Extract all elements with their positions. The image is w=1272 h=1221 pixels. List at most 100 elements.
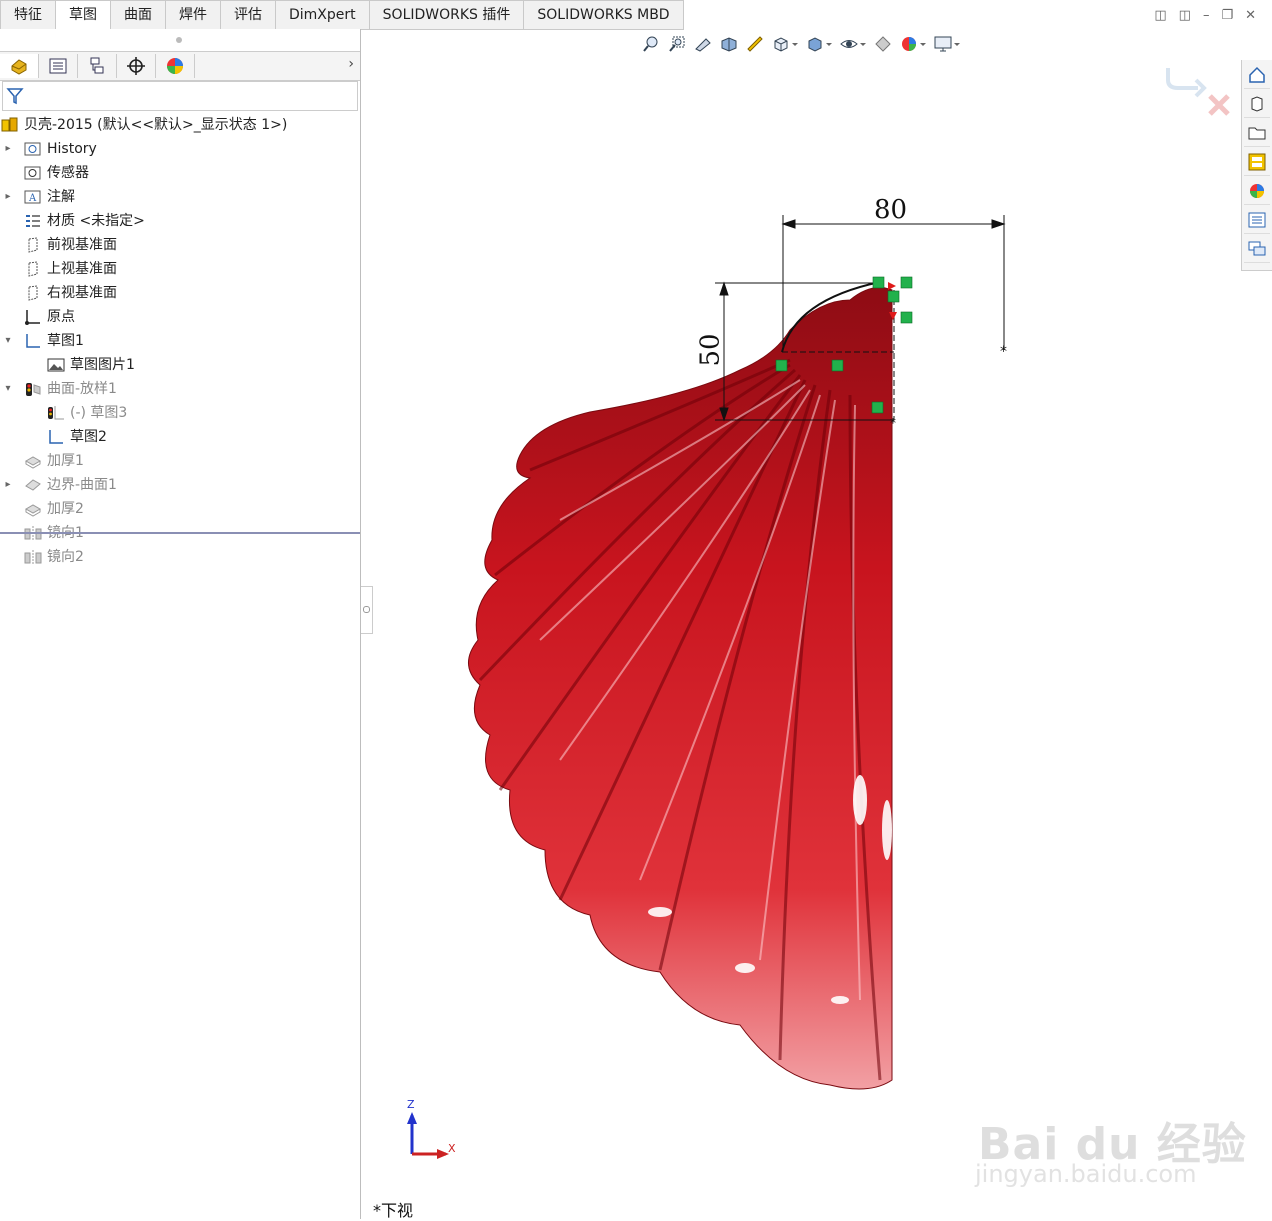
solidworks-forum-tab[interactable]	[1244, 236, 1270, 263]
folder-icon	[1248, 127, 1266, 140]
tab-evaluate[interactable]: 评估	[221, 0, 276, 30]
expand-arrow-icon[interactable]: ▸	[3, 137, 13, 161]
tab-weldments[interactable]: 焊件	[166, 0, 221, 30]
eye-icon	[840, 40, 858, 48]
tree-item-label: 注解	[47, 189, 75, 205]
tree-item-sketch1[interactable]: ▾ 草图1	[0, 329, 360, 353]
tree-item-label: 边界-曲面1	[47, 477, 117, 493]
home-icon	[1249, 66, 1265, 83]
file-explorer-tab[interactable]	[1244, 120, 1270, 147]
previous-view-button[interactable]	[692, 33, 714, 55]
crosshair-icon	[127, 57, 145, 75]
tree-item-top-plane[interactable]: 上视基准面	[0, 257, 360, 281]
tree-item-origin[interactable]: 原点	[0, 305, 360, 329]
exit-sketch-icon[interactable]	[1166, 68, 1207, 98]
tile-left-icon[interactable]: ◫	[1154, 8, 1166, 23]
sketch-picture-icon	[47, 358, 65, 372]
cancel-sketch-icon[interactable]	[1208, 94, 1230, 116]
collapse-arrow-icon[interactable]: ▾	[3, 329, 13, 353]
window-controls: ◫ ◫ – ❐ ✕	[1154, 8, 1256, 23]
tree-root[interactable]: 贝壳-2015 (默认<<默认>_显示状态 1>)	[0, 113, 360, 137]
view-settings-button[interactable]	[932, 33, 960, 55]
tree-item-sketch2[interactable]: 草图2	[0, 425, 360, 449]
view-palette-icon	[1248, 153, 1266, 171]
zoom-to-fit-button[interactable]	[640, 33, 662, 55]
view-orientation-button[interactable]	[770, 33, 798, 55]
tree-item-right-plane[interactable]: 右视基准面	[0, 281, 360, 305]
scallop-shell-model	[468, 287, 893, 1090]
tree-item-boundary-surface1[interactable]: ▸ 边界-曲面1	[0, 473, 360, 497]
display-style-button[interactable]	[804, 33, 832, 55]
command-manager-tabs: 特征 草图 曲面 焊件 评估 DimXpert SOLIDWORKS 插件 SO…	[0, 0, 684, 30]
view-name-label: *下视	[373, 1201, 414, 1220]
zoom-to-area-button[interactable]	[666, 33, 688, 55]
tree-item-annotations[interactable]: ▸ A 注解	[0, 185, 360, 209]
tree-item-front-plane[interactable]: 前视基准面	[0, 233, 360, 257]
design-library-tab[interactable]	[1244, 91, 1270, 118]
monitor-icon	[934, 36, 952, 52]
tree-item-surface-loft1[interactable]: ▾ 曲面-放样1	[0, 377, 360, 401]
zoom-area-icon	[669, 36, 685, 52]
minimize-icon[interactable]: –	[1203, 8, 1210, 23]
rollback-bar[interactable]	[0, 532, 360, 534]
view-palette-tab[interactable]	[1244, 149, 1270, 176]
horizontal-dimension-value[interactable]: 80	[874, 195, 907, 225]
sketch-warning-icon	[48, 406, 64, 420]
tree-item-label: 草图图片1	[70, 357, 135, 373]
close-icon[interactable]: ✕	[1245, 8, 1256, 23]
custom-properties-tab[interactable]	[1244, 207, 1270, 234]
custom-properties-icon	[1248, 212, 1266, 228]
restore-icon[interactable]: ❐	[1221, 8, 1233, 23]
tab-dimxpert[interactable]: DimXpert	[276, 0, 370, 30]
tree-item-sketch-picture1[interactable]: 草图图片1	[0, 353, 360, 377]
section-view-icon	[721, 37, 737, 52]
tab-features[interactable]: 特征	[0, 0, 56, 30]
configuration-manager-tab[interactable]	[78, 54, 117, 78]
triad-z-label: Z	[407, 1098, 415, 1111]
tree-item-history[interactable]: ▸ History	[0, 137, 360, 161]
mirror-icon	[24, 550, 42, 564]
task-pane	[1241, 60, 1272, 271]
tree-item-mirror2[interactable]: 镜向2	[0, 545, 360, 569]
thicken-icon	[24, 456, 42, 469]
edit-appearance-button[interactable]	[872, 33, 894, 55]
design-library-icon	[1251, 96, 1263, 112]
expand-arrow-icon[interactable]: ▸	[3, 185, 13, 209]
property-manager-tab[interactable]	[39, 54, 78, 78]
hide-show-items-button[interactable]	[838, 33, 866, 55]
expand-arrow-icon[interactable]: ▸	[3, 473, 13, 497]
material-icon	[26, 215, 40, 227]
dimxpert-manager-tab[interactable]	[117, 54, 156, 78]
scene-icon	[902, 37, 916, 51]
tab-solidworks-addins[interactable]: SOLIDWORKS 插件	[369, 0, 525, 30]
panel-grip[interactable]	[0, 29, 360, 51]
tree-item-sensors[interactable]: 传感器	[0, 161, 360, 185]
tree-item-label: History	[47, 141, 97, 157]
tab-sketch[interactable]: 草图	[56, 0, 111, 30]
display-manager-tab[interactable]	[156, 54, 195, 78]
tile-right-icon[interactable]: ◫	[1179, 8, 1191, 23]
tree-item-sketch3[interactable]: (-) 草图3	[0, 401, 360, 425]
tree-item-thicken2[interactable]: 加厚2	[0, 497, 360, 521]
vertical-dimension-value[interactable]: 50	[696, 333, 726, 366]
apply-scene-button[interactable]	[898, 33, 926, 55]
panel-collapse-handle[interactable]	[361, 586, 373, 634]
tree-item-thicken1[interactable]: 加厚1	[0, 449, 360, 473]
dynamic-annotation-button[interactable]	[744, 33, 766, 55]
filter-bar[interactable]	[2, 81, 358, 111]
tab-solidworks-mbd[interactable]: SOLIDWORKS MBD	[524, 0, 684, 30]
feature-manager-tab[interactable]	[0, 54, 39, 78]
solidworks-resources-tab[interactable]	[1244, 62, 1270, 89]
tab-surfaces[interactable]: 曲面	[111, 0, 166, 30]
tree-item-label: 草图1	[47, 333, 84, 349]
appearances-tab[interactable]	[1244, 178, 1270, 205]
tree-item-material[interactable]: 材质 <未指定>	[0, 209, 360, 233]
heads-up-view-toolbar	[640, 33, 960, 55]
chevron-right-icon[interactable]: ›	[348, 56, 354, 72]
sketch-relations	[775, 276, 913, 414]
appearance-sphere-icon	[167, 58, 183, 74]
collapse-arrow-icon[interactable]: ▾	[3, 377, 13, 401]
svg-text:*: *	[1000, 344, 1007, 360]
plane-icon	[28, 237, 38, 253]
section-view-button[interactable]	[718, 33, 740, 55]
